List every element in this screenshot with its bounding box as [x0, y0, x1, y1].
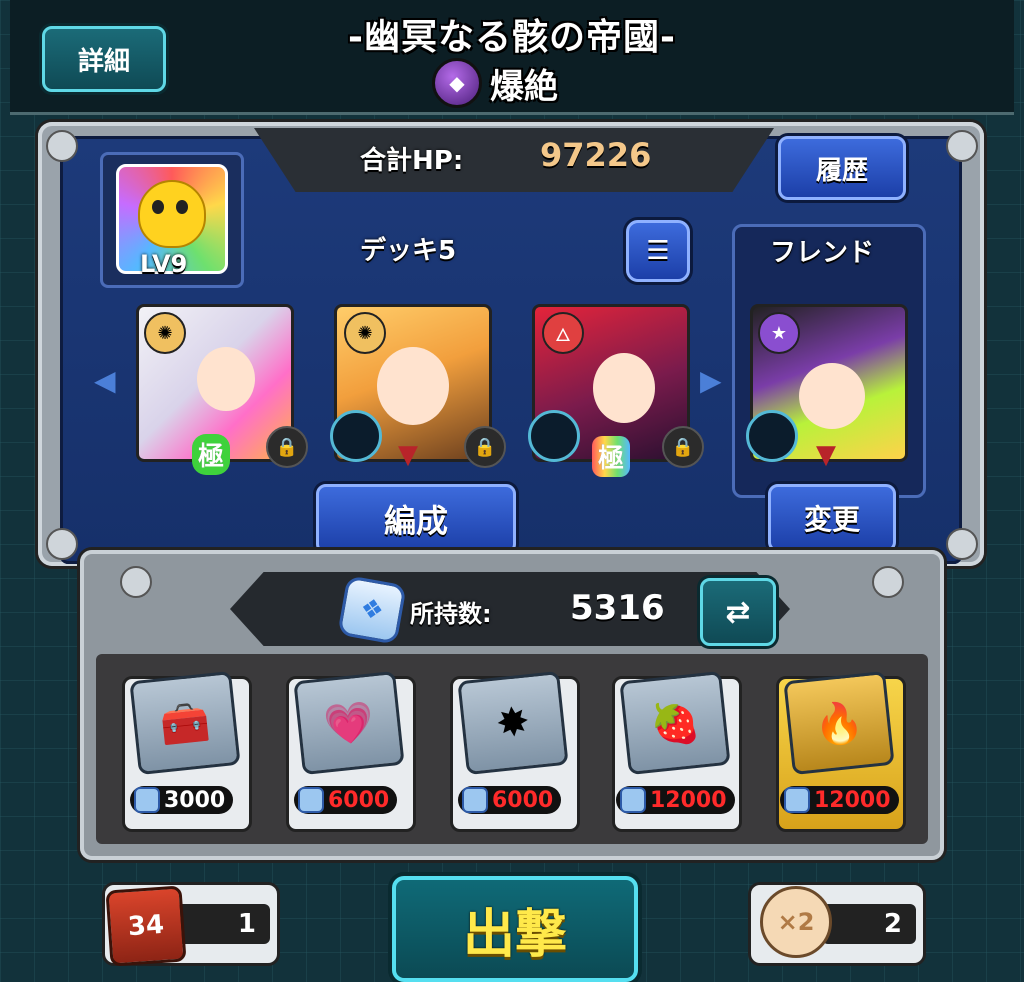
total-hp-plate	[254, 128, 774, 192]
lock-icon[interactable]: 🔒	[266, 426, 308, 468]
screw-icon	[946, 528, 978, 560]
light-element-icon: ✺	[144, 312, 186, 354]
screw-icon	[946, 130, 978, 162]
owned-label: 所持数:	[410, 600, 492, 628]
swap-arrows-icon: ⇄	[725, 594, 751, 630]
fire-wall-icon: 🔥	[783, 670, 895, 776]
screw-icon	[120, 566, 152, 598]
dark-element-icon: ★	[758, 312, 800, 354]
stage-title: -幽冥なる骸の帝國-	[348, 17, 676, 58]
launch-button[interactable]: 出撃	[392, 876, 638, 982]
avatar-eye-icon	[152, 200, 164, 214]
character-face	[593, 353, 655, 423]
deck-label: デッキ5	[360, 236, 457, 266]
price-value: 3000	[164, 787, 226, 813]
connect-skill-slot-icon	[528, 410, 580, 462]
difficulty: ◆ 爆絶	[432, 58, 558, 108]
price-tag: 6000	[458, 786, 562, 814]
list-icon: ☰	[646, 236, 670, 266]
screw-icon	[46, 130, 78, 162]
next-deck-arrow-icon[interactable]: ▶	[700, 364, 722, 397]
avatar-character-icon	[138, 180, 206, 248]
difficulty-label: 爆絶	[490, 66, 558, 107]
red-fruit-icon: 🍓	[619, 670, 731, 776]
lock-icon[interactable]: 🔒	[662, 426, 704, 468]
coin-x2-icon: ×2	[760, 886, 832, 958]
character-face	[799, 363, 865, 429]
character-face	[197, 347, 255, 411]
price-value: 12000	[650, 787, 727, 813]
dice-count: 1	[176, 904, 270, 944]
screw-icon	[872, 566, 904, 598]
history-button[interactable]: 履歴	[778, 136, 906, 200]
orb-gem-icon	[134, 787, 160, 813]
difficulty-icon: ◆	[432, 58, 482, 108]
orb-gem-icon	[462, 787, 488, 813]
swap-button[interactable]: ⇄	[700, 578, 776, 646]
price-tag: 3000	[130, 786, 234, 814]
dice-icon: 34	[105, 885, 187, 967]
price-value: 6000	[328, 787, 390, 813]
kiwami-badge: 極	[592, 436, 631, 477]
down-arrow-icon: ▼	[816, 440, 836, 470]
price-tag: 6000	[294, 786, 398, 814]
change-friend-button[interactable]: 変更	[768, 484, 896, 552]
orb-gem-icon	[620, 787, 646, 813]
edit-team-button[interactable]: 編成	[316, 484, 516, 554]
screw-icon	[46, 528, 78, 560]
prev-deck-arrow-icon[interactable]: ◀	[94, 364, 116, 397]
avatar-eye-icon	[176, 200, 188, 214]
coin-count: 2	[822, 904, 916, 944]
connect-skill-slot-icon	[330, 410, 382, 462]
fire-element-icon: 🜂	[542, 312, 584, 354]
price-tag: 12000	[780, 786, 899, 814]
treasure-chest-icon: 🧰	[129, 670, 241, 776]
total-hp-label: 合計HP:	[360, 146, 464, 176]
total-hp-value: 97226	[540, 136, 652, 174]
price-value: 12000	[814, 787, 891, 813]
character-face	[377, 347, 449, 425]
orb-gem-icon: ❖	[337, 575, 407, 645]
deck-list-button[interactable]: ☰	[626, 220, 690, 282]
price-tag: 12000	[616, 786, 735, 814]
purple-burst-icon: ✸	[457, 670, 569, 776]
player-level: LV9	[140, 250, 188, 278]
heart-plus-icon: 💗	[293, 670, 405, 776]
light-element-icon: ✺	[344, 312, 386, 354]
kiwami-badge: 極	[192, 434, 231, 475]
friend-label: フレンド	[770, 238, 875, 268]
connect-skill-slot-icon	[746, 410, 798, 462]
owned-value: 5316	[570, 588, 665, 628]
lock-icon[interactable]: 🔒	[464, 426, 506, 468]
price-value: 6000	[492, 787, 554, 813]
orb-gem-icon	[784, 787, 810, 813]
down-arrow-icon: ▼	[398, 440, 418, 470]
orb-gem-icon	[298, 787, 324, 813]
